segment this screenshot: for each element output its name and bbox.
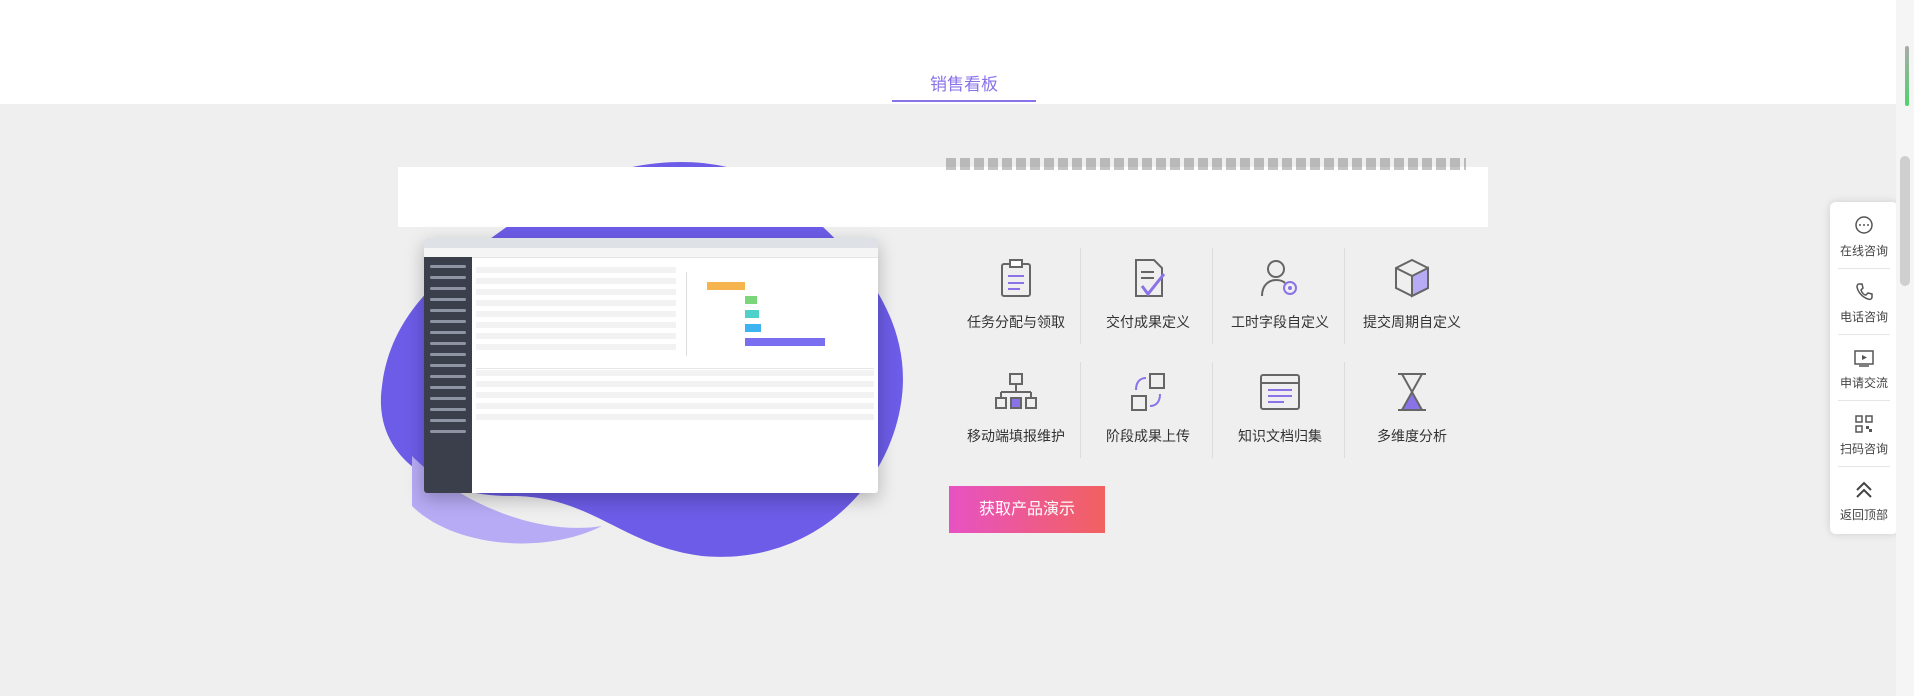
divider [1212,362,1213,458]
divider [1080,248,1081,344]
feature-label: 提交周期自定义 [1363,314,1461,330]
feature-label: 多维度分析 [1377,428,1447,444]
divider [1080,362,1081,458]
hierarchy-icon [994,370,1038,414]
chat-bubble-icon [1854,216,1874,236]
back-to-top-button[interactable]: 返回顶部 [1830,466,1898,532]
feature-label: 移动端填报维护 [967,428,1065,444]
phone-consult-button[interactable]: 电话咨询 [1830,268,1898,334]
apply-exchange-button[interactable]: 申请交流 [1830,334,1898,400]
hourglass-icon [1390,370,1434,414]
feature-item: 交付成果定义 [1082,246,1214,346]
feature-item: 提交周期自定义 [1346,246,1478,346]
video-play-icon [1854,348,1874,368]
cube-icon [1390,256,1434,300]
stage-upload-icon [1126,370,1170,414]
mock-sidebar [424,257,472,493]
user-gear-icon [1258,256,1302,300]
feature-label: 工时字段自定义 [1231,314,1329,330]
divider [1344,362,1345,458]
divider [1212,248,1213,344]
divider [1344,248,1345,344]
feature-item: 工时字段自定义 [1214,246,1346,346]
feature-item: 移动端填报维护 [950,360,1082,460]
feature-label: 知识文档归集 [1238,428,1322,444]
scan-consult-button[interactable]: 扫码咨询 [1830,400,1898,466]
feature-label: 阶段成果上传 [1106,428,1190,444]
phone-icon [1854,282,1874,302]
scrollbar-thumb[interactable] [1900,156,1910,286]
feature-label: 任务分配与领取 [967,314,1065,330]
feature-item: 任务分配与领取 [950,246,1082,346]
feature-item: 阶段成果上传 [1082,360,1214,460]
floating-contact-panel: 在线咨询 电话咨询 申请交流 扫码咨询 返回顶部 [1830,202,1898,534]
document-check-icon [1126,256,1170,300]
obscured-text [946,158,1466,170]
dashboard-screenshot [424,238,878,493]
scroll-indicator [1905,46,1909,106]
qr-code-icon [1854,414,1874,434]
browser-window-icon [1258,370,1302,414]
online-consult-button[interactable]: 在线咨询 [1830,202,1898,268]
tab-active-underline [892,100,1036,102]
feature-item: 多维度分析 [1346,360,1478,460]
clipboard-icon [994,256,1038,300]
tab-sales-dashboard[interactable]: 销售看板 [892,70,1036,102]
panel-label: 在线咨询 [1839,244,1888,258]
feature-label: 交付成果定义 [1106,314,1190,330]
feature-item: 知识文档归集 [1214,360,1346,460]
panel-label: 电话咨询 [1839,310,1888,324]
mock-content [476,262,874,489]
mock-bar-chart [686,272,878,356]
panel-label: 申请交流 [1839,376,1888,390]
get-demo-button[interactable]: 获取产品演示 [949,486,1105,533]
panel-label: 扫码咨询 [1839,442,1888,456]
double-chevron-up-icon [1854,480,1874,500]
content-strip [398,167,1488,227]
panel-label: 返回顶部 [1839,508,1888,522]
